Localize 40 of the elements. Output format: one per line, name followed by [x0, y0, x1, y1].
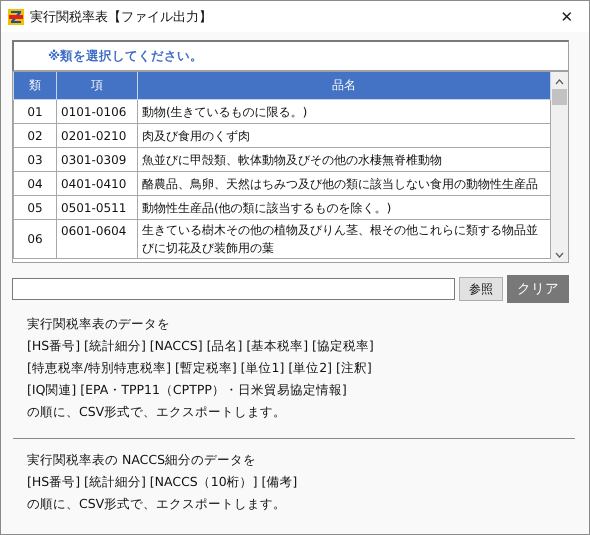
- table-cell[interactable]: 04: [14, 172, 56, 196]
- scroll-down-icon[interactable]: [555, 252, 564, 258]
- table-cell[interactable]: 05: [14, 196, 56, 220]
- table-cell[interactable]: 0101-0106: [56, 100, 138, 124]
- description-line: [HS番号] [統計細分] [NACCS] [品名] [基本税率] [協定税率]: [27, 337, 375, 355]
- table-cell[interactable]: 0501-0511: [56, 196, 138, 220]
- description-line: [HS番号] [統計細分] [NACCS（10桁）] [備考]: [27, 473, 298, 491]
- table-cell[interactable]: 酪農品、鳥卵、天然はちみつ及び他の類に該当しない食用の動物性生産品: [138, 172, 550, 196]
- table-cell[interactable]: 魚並びに甲殻類、軟体動物及びその他の水棲無脊椎動物: [138, 148, 550, 172]
- clear-button[interactable]: クリア: [507, 275, 569, 303]
- table-cell[interactable]: 肉及び食用のくず肉: [138, 124, 550, 148]
- close-button[interactable]: ✕: [545, 1, 589, 32]
- prompt-text: ※類を選択してください。: [48, 48, 204, 64]
- scroll-thumb[interactable]: [552, 89, 567, 105]
- description-line: の順に、CSV形式で、エクスポートします。: [27, 403, 288, 421]
- scroll-up-icon[interactable]: [555, 79, 564, 85]
- table-cell[interactable]: 動物性生産品(他の類に該当するものを除く。): [138, 196, 550, 220]
- description-line: 実行関税率表のデータを: [27, 315, 171, 333]
- column-header[interactable]: 類: [14, 72, 56, 100]
- table-cell[interactable]: 03: [14, 148, 56, 172]
- description-line: [特恵税率/特別特恵税率] [暫定税率] [単位1] [単位2] [注釈]: [27, 359, 373, 377]
- app-icon: [8, 8, 24, 24]
- description-line: [IQ関連] [EPA・TPP11（CPTPP）・日米貿易協定情報]: [27, 381, 348, 399]
- column-header[interactable]: 項: [56, 72, 138, 100]
- column-header[interactable]: 品名: [138, 72, 550, 100]
- table-cell[interactable]: 01: [14, 100, 56, 124]
- table-cell[interactable]: 02: [14, 124, 56, 148]
- description-line: 実行関税率表の NACCS細分のデータを: [27, 451, 258, 469]
- table-cell[interactable]: 0201-0210: [56, 124, 138, 148]
- table-cell[interactable]: 0401-0410: [56, 172, 138, 196]
- table-cell[interactable]: 0301-0309: [56, 148, 138, 172]
- table-cell[interactable]: 動物(生きているものに限る。): [138, 100, 550, 124]
- table-cell[interactable]: 生きている樹木その他の植物及びりん茎、根その他これらに類する物品並びに切花及び装飾用の葉: [138, 220, 550, 258]
- browse-button[interactable]: 参照: [459, 277, 503, 301]
- table-cell[interactable]: 06: [14, 220, 56, 258]
- scrollbar[interactable]: [551, 72, 568, 262]
- description-line: の順に、CSV形式で、エクスポートします。: [27, 495, 288, 513]
- window-title: 実行関税率表【ファイル出力】: [30, 8, 212, 26]
- table-cell[interactable]: 0601-0604: [56, 220, 138, 258]
- file-path-field[interactable]: [12, 278, 455, 300]
